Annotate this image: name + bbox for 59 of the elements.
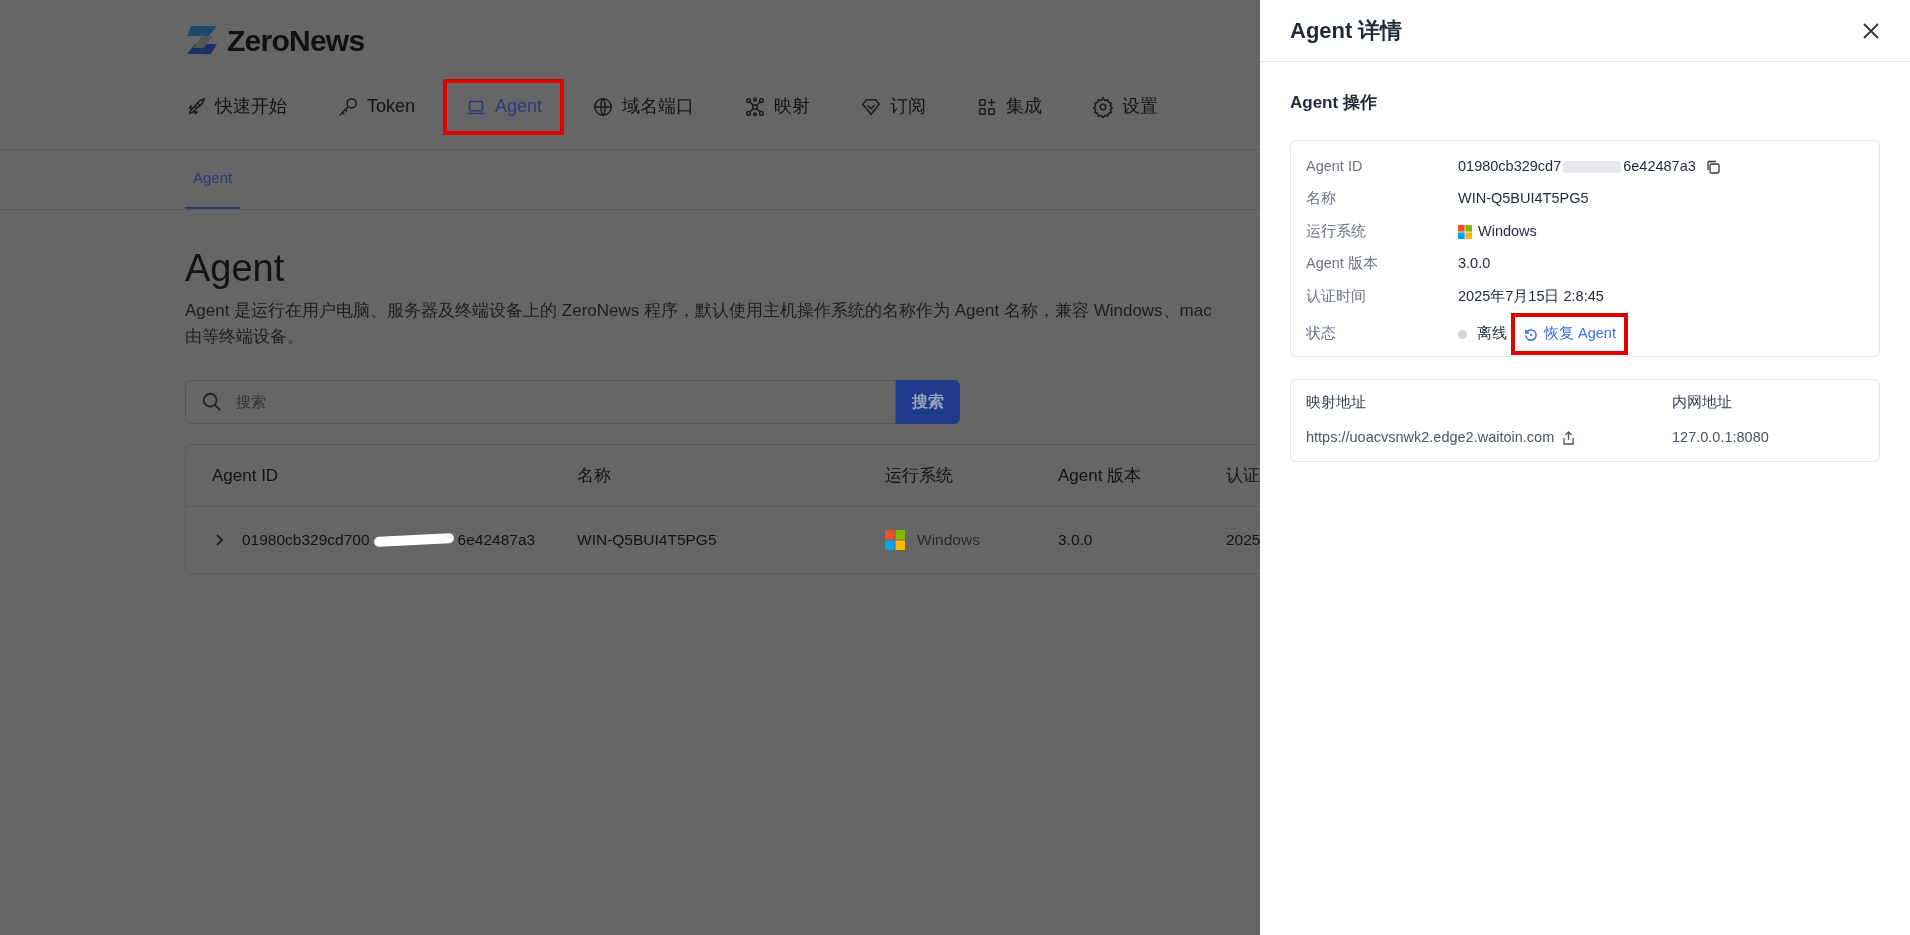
field-label: 运行系统 xyxy=(1306,222,1366,239)
section-title: Agent 操作 xyxy=(1290,92,1378,114)
rocket-icon xyxy=(185,95,207,118)
brand-name: ZeroNews xyxy=(227,22,365,59)
table-cell-text: https://uoacvsnwk2.edge2.waitoin.com xyxy=(1306,428,1555,448)
nav-tab[interactable]: Agent xyxy=(443,78,565,135)
logo-icon xyxy=(185,26,219,54)
description-text: 由等终端设备。 xyxy=(185,326,305,348)
windows-logo-icon xyxy=(885,530,905,550)
nav-tab[interactable]: 快速开始 xyxy=(163,78,309,135)
column-header: 运行系统 xyxy=(885,465,953,485)
column-header: Agent ID xyxy=(212,465,279,485)
table-cell-text: 127.0.0.1:8080 xyxy=(1672,428,1769,448)
sub-tab[interactable]: Agent xyxy=(185,149,241,209)
page-title: Agent xyxy=(185,246,286,290)
nav-tab[interactable]: Token xyxy=(315,78,438,135)
table-cell-text: 6e42487a3 xyxy=(457,530,536,551)
redaction-mark xyxy=(1563,160,1622,173)
field-label: 名称 xyxy=(1306,190,1336,207)
field-value: 离线 xyxy=(1477,324,1507,344)
table-cell: 2025 xyxy=(1226,531,1260,549)
field-value: 01980cb329cd7 xyxy=(1458,156,1562,176)
panel-title: Agent 详情 xyxy=(1290,17,1403,45)
field-label: Agent 版本 xyxy=(1306,255,1378,272)
field-value: 3.0.0 xyxy=(1458,254,1491,274)
field-value: Windows xyxy=(1478,221,1537,241)
field-label: 状态 xyxy=(1306,325,1336,342)
close-icon[interactable] xyxy=(1862,21,1880,40)
search-button[interactable]: 搜索 xyxy=(896,380,960,424)
nav-tab[interactable]: 映射 xyxy=(722,78,833,135)
field-value: WIN-Q5BUI4T5PG5 xyxy=(1458,189,1589,209)
field-value: 6e42487a3 xyxy=(1623,156,1696,176)
globe-icon xyxy=(592,95,615,118)
nav-tab[interactable]: 域名端口 xyxy=(570,78,717,135)
nodes-icon xyxy=(744,95,767,118)
column-header: 名称 xyxy=(577,465,611,485)
windows-logo-icon xyxy=(1458,224,1472,239)
column-header: 内网地址 xyxy=(1672,393,1732,410)
table-cell-text: 01980cb329cd700 xyxy=(242,530,370,551)
column-header: 映射地址 xyxy=(1306,393,1366,410)
nav-tab[interactable]: 设置 xyxy=(1070,78,1181,135)
field-value: 2025年7月15日 2:8:45 xyxy=(1458,286,1604,306)
share-icon[interactable] xyxy=(1562,431,1576,446)
table-cell: 3.0.0 xyxy=(1058,531,1093,549)
column-header: 认证 xyxy=(1226,465,1260,485)
settings-icon xyxy=(1092,95,1115,118)
restore-icon xyxy=(1523,326,1538,342)
key-icon xyxy=(337,95,359,118)
copy-icon[interactable] xyxy=(1705,159,1720,174)
restore-link[interactable]: 恢复 Agent xyxy=(1511,313,1628,355)
nav-tab[interactable]: 集成 xyxy=(954,78,1065,135)
search-icon xyxy=(201,391,223,413)
table-cell: WIN-Q5BUI4T5PG5 xyxy=(577,531,717,549)
column-header: Agent 版本 xyxy=(1058,465,1142,485)
nav-tab[interactable]: 订阅 xyxy=(838,78,949,135)
field-label: 认证时间 xyxy=(1306,287,1366,304)
field-label: Agent ID xyxy=(1306,157,1363,174)
description-text: Agent 是运行在用户电脑、服务器及终端设备上的 ZeroNews 程序，默认使用主机操作系统的名称作为 Agent 名称，兼容 Windows、mac xyxy=(185,300,1213,322)
table-cell-text: Windows xyxy=(917,530,980,551)
